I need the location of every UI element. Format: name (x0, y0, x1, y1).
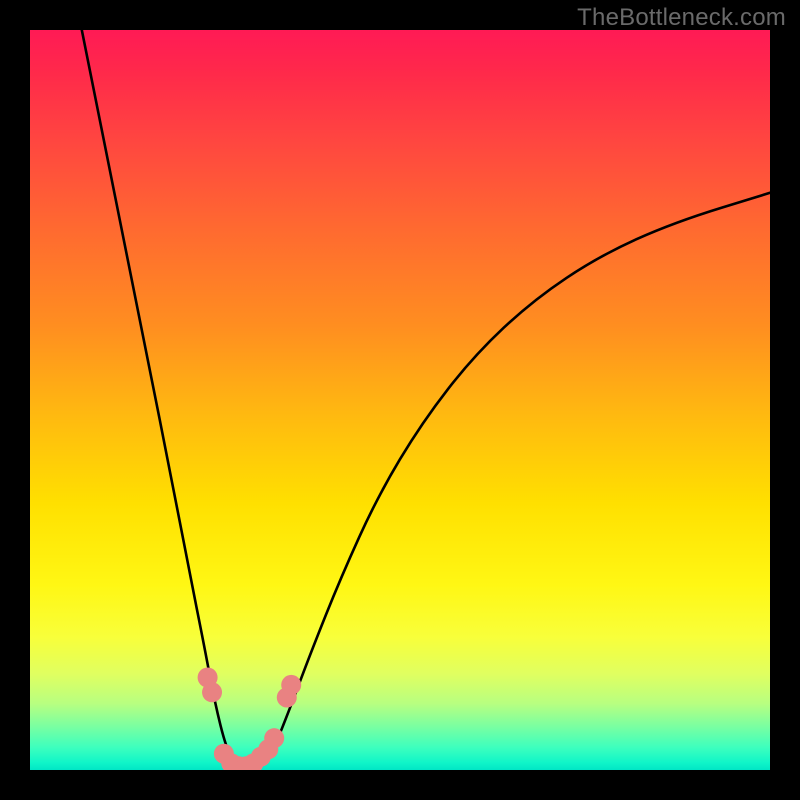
plot-area (30, 30, 770, 770)
highlight-point (202, 682, 222, 702)
bottleneck-curve (82, 30, 770, 770)
highlight-point (264, 728, 284, 748)
curve-layer (30, 30, 770, 770)
highlight-point (281, 675, 301, 695)
chart-frame: TheBottleneck.com (0, 0, 800, 800)
attribution-label: TheBottleneck.com (577, 4, 786, 32)
